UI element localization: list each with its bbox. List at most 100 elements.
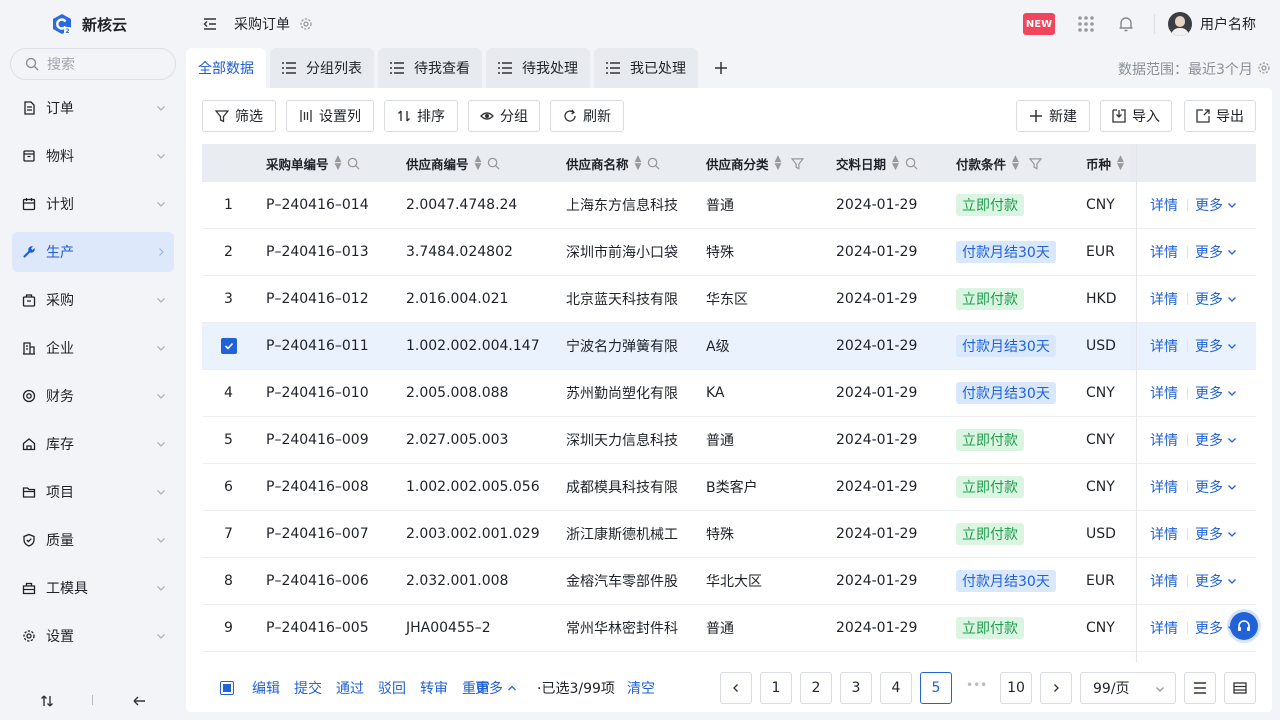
col-currency[interactable]: 币种 ▲ ▼: [1086, 144, 1124, 182]
row-index[interactable]: 8: [224, 558, 233, 604]
detail-link[interactable]: 详情: [1150, 370, 1178, 416]
tab-group-list[interactable]: 分组列表: [270, 48, 374, 88]
page-ellipsis[interactable]: •••: [966, 678, 987, 692]
detail-link[interactable]: 详情: [1150, 182, 1178, 228]
table-row[interactable]: 1 P–240416–014 2.0047.4748.24 上海东方信息科技 普通 202…: [202, 182, 1256, 229]
row-index[interactable]: 3: [224, 276, 233, 322]
page-last[interactable]: 10: [1000, 672, 1032, 704]
filter-button[interactable]: 筛选: [202, 100, 276, 132]
sidebar-item-6[interactable]: 财务: [12, 376, 174, 416]
clear-selection[interactable]: 清空: [627, 678, 655, 698]
col-delivery-date[interactable]: 交料日期 ▲ ▼: [836, 144, 918, 182]
page-5[interactable]: 5: [920, 672, 952, 704]
tab-all-data[interactable]: 全部数据: [186, 48, 266, 88]
more-actions[interactable]: 更多: [1195, 511, 1237, 557]
detail-link[interactable]: 详情: [1150, 323, 1178, 369]
export-button[interactable]: 导出: [1184, 100, 1256, 132]
sidebar-item-9[interactable]: 质量: [12, 520, 174, 560]
sort-button[interactable]: 排序: [384, 100, 458, 132]
collapse-arrow-icon[interactable]: [132, 694, 146, 708]
detail-link[interactable]: 详情: [1150, 605, 1178, 651]
sidebar-item-7[interactable]: 库存: [12, 424, 174, 464]
table-row[interactable]: 8 P–240416–006 2.032.001.008 金榕汽车零部件股 华北大区 20…: [202, 558, 1256, 605]
row-index[interactable]: 5: [224, 417, 233, 463]
page-2[interactable]: 2: [800, 672, 832, 704]
group-button[interactable]: 分组: [468, 100, 540, 132]
col-payment-terms[interactable]: 付款条件 ▲ ▼: [956, 144, 1042, 182]
sort-caret-icon[interactable]: ▲ ▼: [635, 155, 642, 172]
filter-icon[interactable]: [1028, 157, 1042, 170]
menu-toggle-icon[interactable]: [202, 16, 218, 32]
row-index[interactable]: 9: [224, 605, 233, 651]
list-density-button[interactable]: [1184, 672, 1216, 704]
table-row[interactable]: P–240416–011 1.002.002.004.147 宁波名力弹簧有限 A级 2…: [202, 323, 1256, 370]
sidebar-item-4[interactable]: 采购: [12, 280, 174, 320]
row-index[interactable]: 7: [224, 511, 233, 557]
sidebar-item-8[interactable]: 项目: [12, 472, 174, 512]
col-supplier-number[interactable]: 供应商编号 ▲ ▼: [406, 144, 500, 182]
next-page-button[interactable]: [1040, 672, 1072, 704]
col-supplier-category[interactable]: 供应商分类 ▲ ▼: [706, 144, 805, 182]
sort-caret-icon[interactable]: ▲ ▼: [335, 155, 342, 172]
sidebar-search[interactable]: 搜索: [10, 48, 176, 80]
sort-caret-icon[interactable]: ▲ ▼: [892, 155, 899, 172]
detail-link[interactable]: 详情: [1150, 464, 1178, 510]
table-view-button[interactable]: [1224, 672, 1256, 704]
search-icon[interactable]: [647, 157, 660, 170]
more-actions[interactable]: 更多: [1195, 276, 1237, 322]
detail-link[interactable]: 详情: [1150, 417, 1178, 463]
swap-icon[interactable]: [40, 694, 54, 708]
sidebar-item-3[interactable]: 生产: [12, 232, 174, 272]
user-name[interactable]: 用户名称: [1200, 14, 1256, 34]
select-all-checkbox[interactable]: [220, 681, 234, 695]
table-row[interactable]: 6 P–240416–008 1.002.002.005.056 成都模具科技有限 B类…: [202, 464, 1256, 511]
sidebar-item-5[interactable]: 企业: [12, 328, 174, 368]
refresh-button[interactable]: 刷新: [550, 100, 624, 132]
search-icon[interactable]: [347, 157, 360, 170]
table-row[interactable]: 4 P–240416–010 2.005.008.088 苏州勤尚塑化有限 KA 2024…: [202, 370, 1256, 417]
detail-link[interactable]: 详情: [1150, 511, 1178, 557]
col-supplier-name[interactable]: 供应商名称 ▲ ▼: [566, 144, 660, 182]
row-index[interactable]: 4: [224, 370, 233, 416]
add-tab-icon[interactable]: [714, 61, 728, 75]
filter-icon[interactable]: [791, 157, 805, 170]
settings-gear-icon[interactable]: [299, 17, 313, 31]
apps-grid-icon[interactable]: [1077, 15, 1095, 33]
table-row[interactable]: 3 P–240416–012 2.016.004.021 北京蓝天科技有限 华东区 202…: [202, 276, 1256, 323]
app-logo[interactable]: 2 新核云: [50, 12, 127, 36]
more-actions[interactable]: 更多: [1195, 323, 1237, 369]
row-checkbox[interactable]: [221, 323, 237, 369]
sidebar-item-1[interactable]: 物料: [12, 136, 174, 176]
table-row[interactable]: 5 P–240416–009 2.027.005.003 深圳天力信息科技 普通 2024…: [202, 417, 1256, 464]
more-actions[interactable]: 更多: [1195, 182, 1237, 228]
tab-pending-process[interactable]: 待我处理: [486, 48, 590, 88]
user-avatar[interactable]: [1168, 12, 1192, 36]
help-float-button[interactable]: [1230, 612, 1258, 640]
tab-pending-view[interactable]: 待我查看: [378, 48, 482, 88]
import-button[interactable]: 导入: [1100, 100, 1172, 132]
create-button[interactable]: 新建: [1016, 100, 1090, 132]
sidebar-item-2[interactable]: 计划: [12, 184, 174, 224]
page-1[interactable]: 1: [760, 672, 792, 704]
sidebar-item-10[interactable]: 工模具: [12, 568, 174, 608]
tab-processed[interactable]: 我已处理: [594, 48, 698, 88]
table-row[interactable]: 9 P–240416–005 JHA00455–2 常州华林密封件科 普通 2024-01…: [202, 605, 1256, 652]
more-actions[interactable]: 更多: [1195, 558, 1237, 604]
more-actions[interactable]: 更多: [1195, 417, 1237, 463]
bulk-action-4[interactable]: 转审: [420, 678, 448, 698]
page-4[interactable]: 4: [880, 672, 912, 704]
more-actions[interactable]: 更多: [1195, 370, 1237, 416]
row-index[interactable]: 6: [224, 464, 233, 510]
more-actions[interactable]: 更多: [1195, 229, 1237, 275]
bulk-action-2[interactable]: 通过: [336, 678, 364, 698]
row-index[interactable]: 2: [224, 229, 233, 275]
page-3[interactable]: 3: [840, 672, 872, 704]
bell-icon[interactable]: [1117, 15, 1135, 33]
col-po-number[interactable]: 采购单编号 ▲ ▼: [266, 144, 360, 182]
search-icon[interactable]: [905, 157, 918, 170]
page-size-select[interactable]: 99/页: [1080, 672, 1176, 704]
sort-caret-icon[interactable]: ▲ ▼: [775, 155, 782, 172]
columns-button[interactable]: 设置列: [286, 100, 374, 132]
table-row[interactable]: 2 P–240416–013 3.7484.024802 深圳市前海小口袋 特殊 2024…: [202, 229, 1256, 276]
range-settings-icon[interactable]: [1257, 61, 1271, 75]
